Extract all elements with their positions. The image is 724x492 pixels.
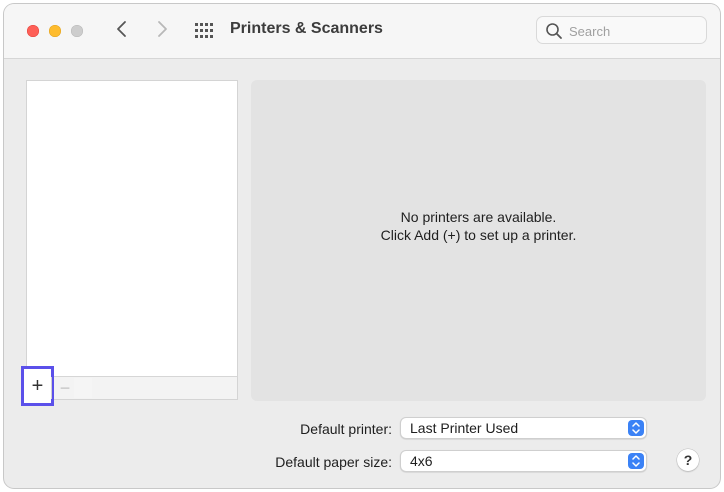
empty-message: No printers are available. Click Add (+)… [251, 208, 706, 244]
page-title: Printers & Scanners [230, 20, 383, 37]
search-input[interactable] [567, 21, 701, 41]
printer-list[interactable] [26, 80, 238, 400]
toolbar: Printers & Scanners [4, 4, 720, 59]
chevron-right-icon [156, 20, 168, 43]
search-icon [545, 22, 563, 45]
empty-message-line1: No printers are available. [400, 209, 557, 225]
paper-size-label: Default paper size: [275, 454, 392, 470]
empty-message-line2: Click Add (+) to set up a printer. [380, 227, 577, 243]
minimize-button[interactable] [49, 25, 61, 37]
button-divider [51, 377, 52, 399]
minus-icon: − [59, 377, 71, 398]
printer-detail-pane: No printers are available. Click Add (+)… [251, 80, 706, 401]
popup-arrows-icon [628, 420, 644, 436]
search-field[interactable] [536, 16, 707, 44]
chevron-left-icon [116, 20, 128, 43]
default-printer-value: Last Printer Used [410, 420, 519, 436]
default-printer-popup[interactable]: Last Printer Used [400, 417, 647, 439]
add-printer-button[interactable]: + [21, 366, 54, 406]
default-printer-label: Default printer: [300, 421, 392, 437]
popup-arrows-icon [628, 453, 644, 469]
plus-icon: + [31, 374, 44, 397]
list-footer-spacer [74, 378, 92, 398]
zoom-button[interactable] [71, 25, 83, 37]
remove-printer-button[interactable]: − [56, 376, 74, 400]
paper-size-value: 4x6 [410, 453, 433, 469]
window: Printers & Scanners + − No printers are … [4, 4, 720, 488]
show-all-button[interactable] [192, 20, 216, 42]
paper-size-popup[interactable]: 4x6 [400, 450, 647, 472]
back-button[interactable] [110, 18, 134, 44]
help-button[interactable]: ? [677, 449, 699, 471]
close-button[interactable] [27, 25, 39, 37]
grid-icon [192, 23, 216, 46]
forward-button[interactable] [150, 18, 174, 44]
help-icon: ? [683, 452, 693, 468]
